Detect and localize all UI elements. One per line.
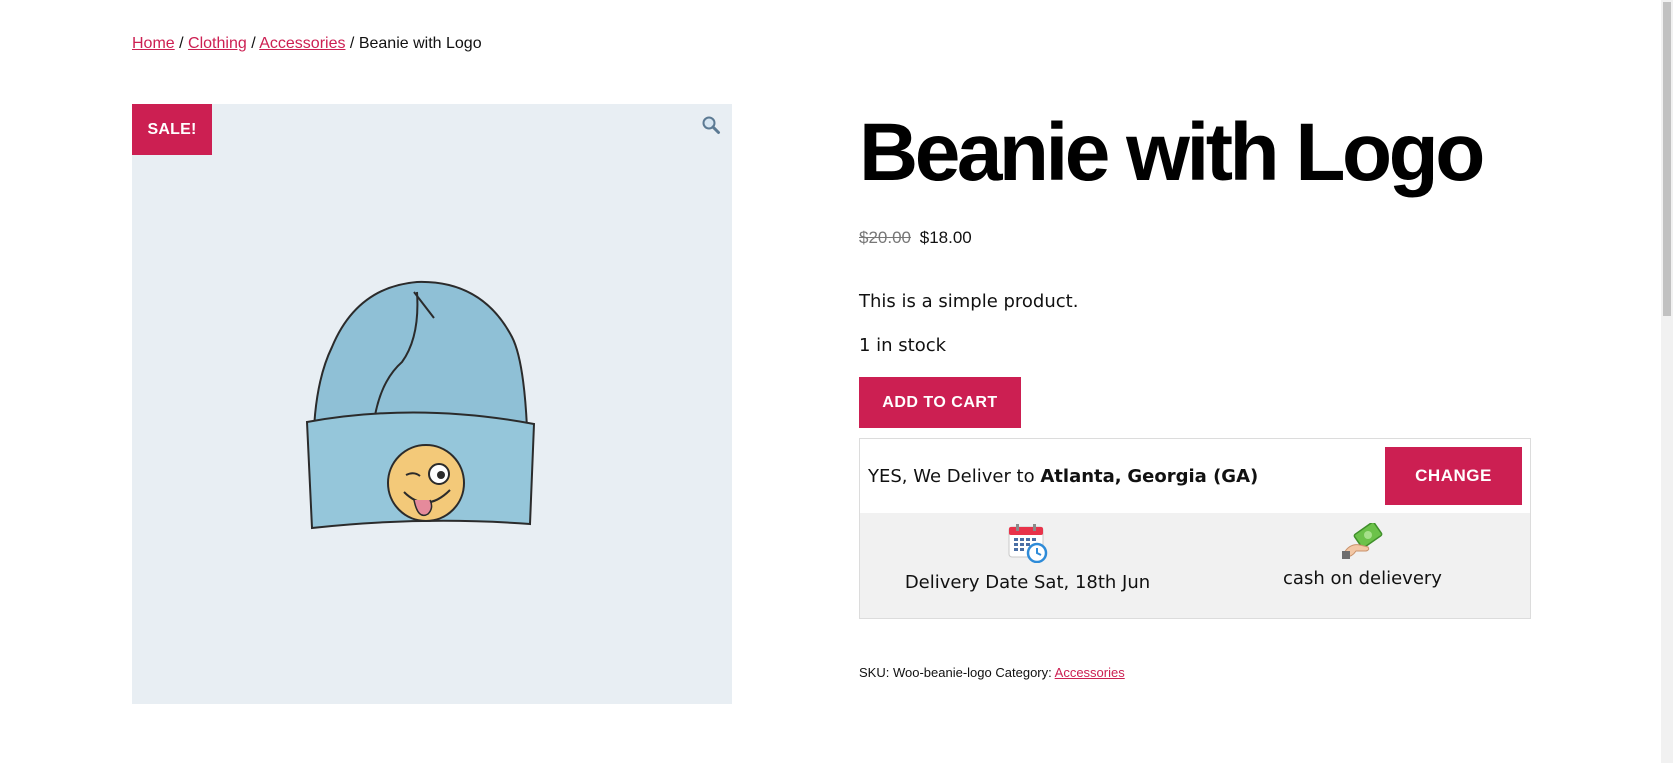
scrollbar-thumb[interactable]	[1663, 2, 1671, 316]
delivery-date-label: Delivery Date Sat, 18th Jun	[904, 572, 1151, 593]
calendar-clock-icon	[1008, 523, 1048, 568]
magnifier-icon[interactable]	[698, 112, 724, 138]
delivery-prefix: YES, We Deliver to	[868, 465, 1035, 487]
add-to-cart-button[interactable]: ADD TO CART	[859, 377, 1021, 428]
sku-label: SKU:	[859, 665, 890, 680]
category-link[interactable]: Accessories	[1055, 665, 1125, 680]
delivery-checker: YES, We Deliver to Atlanta, Georgia (GA)…	[859, 438, 1531, 619]
delivery-comma: ,	[1114, 465, 1122, 487]
product-summary: Beanie with Logo $20.00 $18.00 This is a…	[859, 100, 1531, 680]
breadcrumb-home[interactable]: Home	[132, 35, 175, 52]
product-price: $20.00 $18.00	[859, 228, 1531, 248]
delivery-date-cell: Delivery Date Sat, 18th Jun	[860, 513, 1195, 618]
delivery-message: YES, We Deliver to Atlanta, Georgia (GA)	[868, 466, 1258, 487]
breadcrumb: Home / Clothing / Accessories / Beanie w…	[132, 35, 482, 53]
product-meta: SKU: Woo-beanie-logo Category: Accessori…	[859, 665, 1125, 680]
cash-hand-icon	[1341, 521, 1384, 564]
delivery-state: Georgia (GA)	[1127, 465, 1259, 487]
regular-price: $20.00	[859, 228, 911, 247]
change-location-button[interactable]: CHANGE	[1385, 447, 1522, 505]
breadcrumb-clothing[interactable]: Clothing	[188, 35, 247, 52]
delivery-city: Atlanta	[1040, 465, 1115, 487]
category-label: Category:	[995, 665, 1052, 680]
sale-badge: SALE!	[132, 104, 212, 155]
breadcrumb-accessories[interactable]: Accessories	[259, 35, 345, 52]
page-scrollbar[interactable]	[1661, 0, 1673, 763]
product-gallery[interactable]: SALE!	[132, 104, 732, 704]
breadcrumb-separator: /	[179, 35, 184, 52]
breadcrumb-current: Beanie with Logo	[358, 35, 482, 52]
sku-value: Woo-beanie-logo	[892, 665, 992, 680]
product-short-description: This is a simple product.	[859, 291, 1079, 312]
payment-method-cell: cash on delievery	[1195, 513, 1530, 618]
sale-price: $18.00	[919, 228, 972, 247]
delivery-location-row: YES, We Deliver to Atlanta, Georgia (GA)…	[860, 439, 1530, 513]
delivery-info-row: Delivery Date Sat, 18th Jun cash on deli…	[860, 513, 1530, 618]
stock-status: 1 in stock	[859, 335, 947, 356]
product-title: Beanie with Logo	[859, 107, 1485, 198]
payment-method-label: cash on delievery	[1283, 568, 1442, 589]
breadcrumb-separator: /	[349, 35, 355, 52]
beanie-product-image	[305, 280, 536, 530]
breadcrumb-separator: /	[251, 35, 256, 52]
